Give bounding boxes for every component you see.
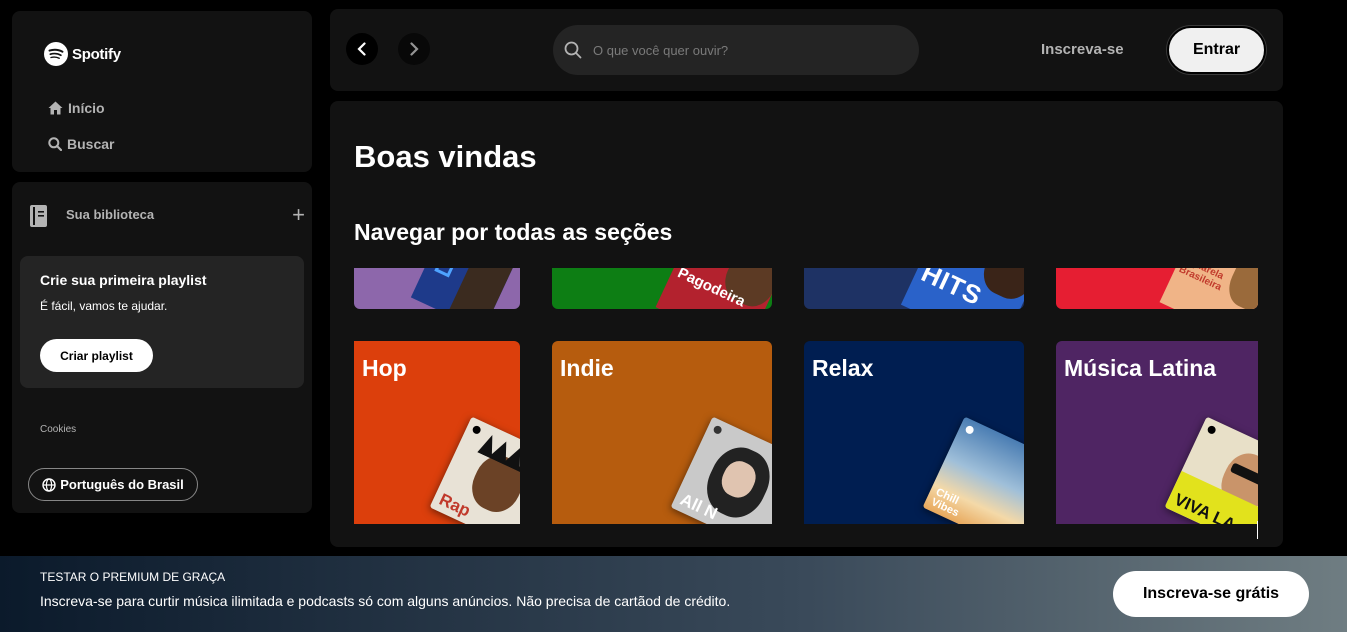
art-text: Aquarela Brasileira (1177, 268, 1226, 294)
album-cover-icon: VIVA LA (1164, 416, 1258, 524)
category-tile-musica-latina[interactable]: Música Latina VIVA LA (1056, 341, 1258, 524)
category-tile-top-1[interactable] (354, 268, 520, 309)
art-text: Rap (436, 489, 474, 521)
promo-title: Crie sua primeira playlist (40, 272, 207, 288)
scroll-caret (1257, 521, 1258, 539)
category-tile-relax[interactable]: Relax Chill Vibes (804, 341, 1024, 524)
premium-banner[interactable]: TESTAR O PREMIUM DE GRAÇA Inscreva-se pa… (0, 556, 1347, 632)
album-cover-icon: All N (670, 416, 772, 524)
nav-search-link[interactable]: Buscar (48, 136, 114, 152)
library-icon[interactable] (28, 204, 50, 228)
album-cover-icon (410, 268, 518, 309)
globe-icon (42, 477, 56, 492)
add-playlist-icon[interactable]: + (292, 202, 305, 228)
nav-home-link[interactable]: Início (48, 100, 105, 116)
create-playlist-card: Crie sua primeira playlist É fácil, vamo… (20, 256, 304, 388)
category-tile-top-2[interactable]: Pagodeira (552, 268, 772, 309)
nav-panel: Spotify Início Buscar (12, 11, 312, 172)
promo-subtitle: É fácil, vamos te ajudar. (40, 299, 168, 313)
back-button[interactable] (346, 33, 378, 65)
category-tile-top-4[interactable]: Aquarela Brasileira (1056, 268, 1258, 309)
spotify-logo[interactable]: Spotify (44, 42, 121, 66)
search-input[interactable] (593, 25, 903, 75)
section-title: Navegar por todas as seções (354, 219, 673, 245)
search-bar[interactable] (553, 25, 919, 75)
top-bar: Inscreva-se Entrar (330, 9, 1283, 91)
art-text: Chill Vibes (929, 486, 961, 519)
nav-home-label: Início (68, 100, 105, 116)
signup-link[interactable]: Inscreva-se (1041, 41, 1124, 58)
album-cover-icon: Rap (429, 416, 520, 524)
login-button[interactable]: Entrar (1167, 26, 1266, 74)
banner-kicker: TESTAR O PREMIUM DE GRAÇA (40, 570, 226, 584)
page-title: Boas vindas (354, 139, 537, 174)
nav-search-label: Buscar (67, 136, 115, 152)
signup-free-button[interactable]: Inscreva-se grátis (1113, 571, 1309, 617)
art-text: HITS (916, 268, 987, 309)
category-tile-hop[interactable]: Hop Rap (354, 341, 520, 524)
chevron-left-icon (357, 42, 366, 56)
category-label: Música Latina (1064, 355, 1217, 381)
banner-text: Inscreva-se para curtir música ilimitada… (40, 593, 731, 609)
library-title[interactable]: Sua biblioteca (66, 207, 154, 222)
home-icon (48, 101, 63, 115)
library-panel: Sua biblioteca + Crie sua primeira playl… (12, 182, 312, 513)
category-tile-top-3[interactable]: HITS (804, 268, 1024, 309)
cookies-link[interactable]: Cookies (40, 424, 76, 435)
album-cover-icon: HITS (900, 268, 1024, 309)
album-cover-icon: Chill Vibes (922, 416, 1024, 524)
create-playlist-button[interactable]: Criar playlist (40, 339, 153, 372)
search-icon (564, 41, 582, 59)
category-label: Hop (362, 355, 407, 381)
forward-button[interactable] (398, 33, 430, 65)
category-label: Indie (560, 355, 614, 381)
album-cover-icon: Pagodeira (655, 268, 772, 309)
language-button[interactable]: Português do Brasil (28, 468, 198, 501)
category-tile-indie[interactable]: Indie All N (552, 341, 772, 524)
main-content: Boas vindas Navegar por todas as seções … (330, 101, 1283, 547)
spotify-logo-icon (44, 42, 68, 66)
language-label: Português do Brasil (60, 477, 184, 492)
chevron-right-icon (410, 42, 419, 56)
brand-name: Spotify (72, 45, 121, 63)
category-label: Relax (812, 355, 874, 381)
album-cover-icon: Aquarela Brasileira (1159, 268, 1258, 309)
library-header: Sua biblioteca + (28, 202, 305, 228)
search-icon (48, 137, 62, 151)
